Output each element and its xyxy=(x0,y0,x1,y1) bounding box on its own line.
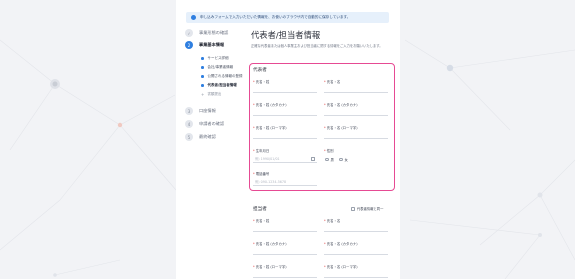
substep-label: サービス詳細 xyxy=(207,56,229,60)
step-business-info[interactable]: 2 事業基本情報 xyxy=(185,41,224,49)
rep-first-name-input[interactable] xyxy=(324,85,388,93)
rep-gender-label: *性別 xyxy=(324,149,334,153)
contact-last-kana-label: *氏名・姓 (カタカナ) xyxy=(253,242,287,246)
birthdate-placeholder: 例) 1990/01/01 xyxy=(255,157,280,161)
rep-phone-label: *電話番号 xyxy=(253,172,270,176)
step-label: 口座情報 xyxy=(199,108,216,113)
radio-label: 女 xyxy=(344,158,348,162)
calendar-icon[interactable] xyxy=(311,157,315,161)
step-label: 最終確認 xyxy=(199,134,216,139)
rep-last-kana-label: *氏名・姓 (カタカナ) xyxy=(253,103,287,107)
contact-first-roman-label: *氏名・名 (ローマ字) xyxy=(324,265,358,269)
rep-birthdate-label: *生年月日 xyxy=(253,149,270,153)
check-icon: ✓ xyxy=(185,29,193,37)
contact-last-roman-label: *氏名・姓 (ローマ字) xyxy=(253,265,287,269)
rep-last-kana-input[interactable] xyxy=(253,108,317,116)
contact-first-name-label: *氏名・名 xyxy=(324,219,341,223)
rep-last-roman-label: *氏名・姓 (ローマ字) xyxy=(253,126,287,130)
contact-title: 担当者 xyxy=(253,207,267,212)
contact-first-name-input[interactable] xyxy=(324,224,388,232)
substep-company-info[interactable]: 会社/事業者情報 xyxy=(201,65,233,70)
checkbox-box[interactable] xyxy=(351,206,355,211)
step-label: 事業基本情報 xyxy=(199,42,225,47)
same-as-representative-checkbox[interactable]: 代表者情報と同一 xyxy=(351,206,383,211)
step-number: 5 xyxy=(185,133,193,141)
step-label: 申請者の確認 xyxy=(199,121,225,126)
radio-label: 男 xyxy=(330,158,334,162)
step-number: 2 xyxy=(185,41,193,49)
contact-first-roman-input[interactable] xyxy=(324,270,388,278)
rep-last-roman-input[interactable] xyxy=(253,131,317,139)
bullet-icon xyxy=(201,75,204,78)
step-number: 4 xyxy=(185,120,193,128)
substep-label: 書類提出 xyxy=(207,92,222,96)
substep-service-details[interactable]: サービス詳細 xyxy=(201,56,229,61)
representative-title: 代表者 xyxy=(253,68,267,73)
rep-first-name-label: *氏名・名 xyxy=(324,80,341,84)
step-number: 3 xyxy=(185,107,193,115)
bullet-icon xyxy=(201,57,204,60)
contact-last-roman-input[interactable] xyxy=(253,270,317,278)
rep-first-kana-label: *氏名・名 (カタカナ) xyxy=(324,103,358,107)
step-label: 事業形態の確認 xyxy=(199,30,229,35)
substep-representative-info[interactable]: 代表者/担当者情報 xyxy=(201,83,237,88)
rep-first-roman-input[interactable] xyxy=(324,131,388,139)
main-content: 代表者/担当者情報 正確な代表者または個人事業主および担当者に関する情報をご入力… xyxy=(251,29,397,48)
contact-last-name-input[interactable] xyxy=(253,224,317,232)
step-business-type[interactable]: ✓ 事業形態の確認 xyxy=(185,29,228,37)
step-applicant-confirm[interactable]: 4 申請者の確認 xyxy=(185,120,224,128)
contact-first-kana-label: *氏名・名 (カタカナ) xyxy=(324,242,358,246)
contact-last-name-label: *氏名・姓 xyxy=(253,219,270,223)
page-title: 代表者/担当者情報 xyxy=(251,30,321,40)
contact-last-kana-input[interactable] xyxy=(253,247,317,255)
step-bank-account[interactable]: 3 口座情報 xyxy=(185,107,216,115)
contact-first-kana-input[interactable] xyxy=(324,247,388,255)
bullet-icon xyxy=(201,66,204,69)
substep-documents[interactable]: + 書類提出 xyxy=(201,92,221,97)
radio-circle[interactable] xyxy=(339,157,343,162)
substep-public-info[interactable]: 公開される情報の登録 xyxy=(201,74,243,79)
rep-birthdate-input[interactable]: 例) 1990/01/01 xyxy=(253,155,317,163)
rep-first-roman-label: *氏名・名 (ローマ字) xyxy=(324,126,358,130)
checkbox-label: 代表者情報と同一 xyxy=(357,207,384,211)
bullet-icon xyxy=(201,84,204,87)
substep-label: 公開される情報の登録 xyxy=(207,74,243,78)
gender-radio-female[interactable]: 女 xyxy=(339,157,348,162)
substep-label: 会社/事業者情報 xyxy=(207,65,234,69)
gender-radio-male[interactable]: 男 xyxy=(325,157,334,162)
autosave-notice: 申し込みフォームで入力いただいた情報を、お使いのブラウザ内で自動的に保存していま… xyxy=(186,12,389,23)
plus-icon: + xyxy=(201,92,205,97)
rep-last-name-label: *氏名・姓 xyxy=(253,80,270,84)
step-final-confirm[interactable]: 5 最終確認 xyxy=(185,133,216,141)
page-description: 正確な代表者または個人事業主および担当者に関する情報をご入力をお願いいたします。 xyxy=(251,44,383,48)
phone-placeholder: 例) 090-1234-5678 xyxy=(255,180,287,184)
rep-last-name-input[interactable] xyxy=(253,85,317,93)
radio-circle[interactable] xyxy=(325,157,329,162)
autosave-notice-text: 申し込みフォームで入力いただいた情報を、お使いのブラウザ内で自動的に保存していま… xyxy=(200,15,351,19)
info-icon xyxy=(191,15,196,20)
substep-label: 代表者/担当者情報 xyxy=(207,83,237,87)
rep-phone-input[interactable]: 例) 090-1234-5678 xyxy=(253,178,317,186)
rep-first-kana-input[interactable] xyxy=(324,108,388,116)
